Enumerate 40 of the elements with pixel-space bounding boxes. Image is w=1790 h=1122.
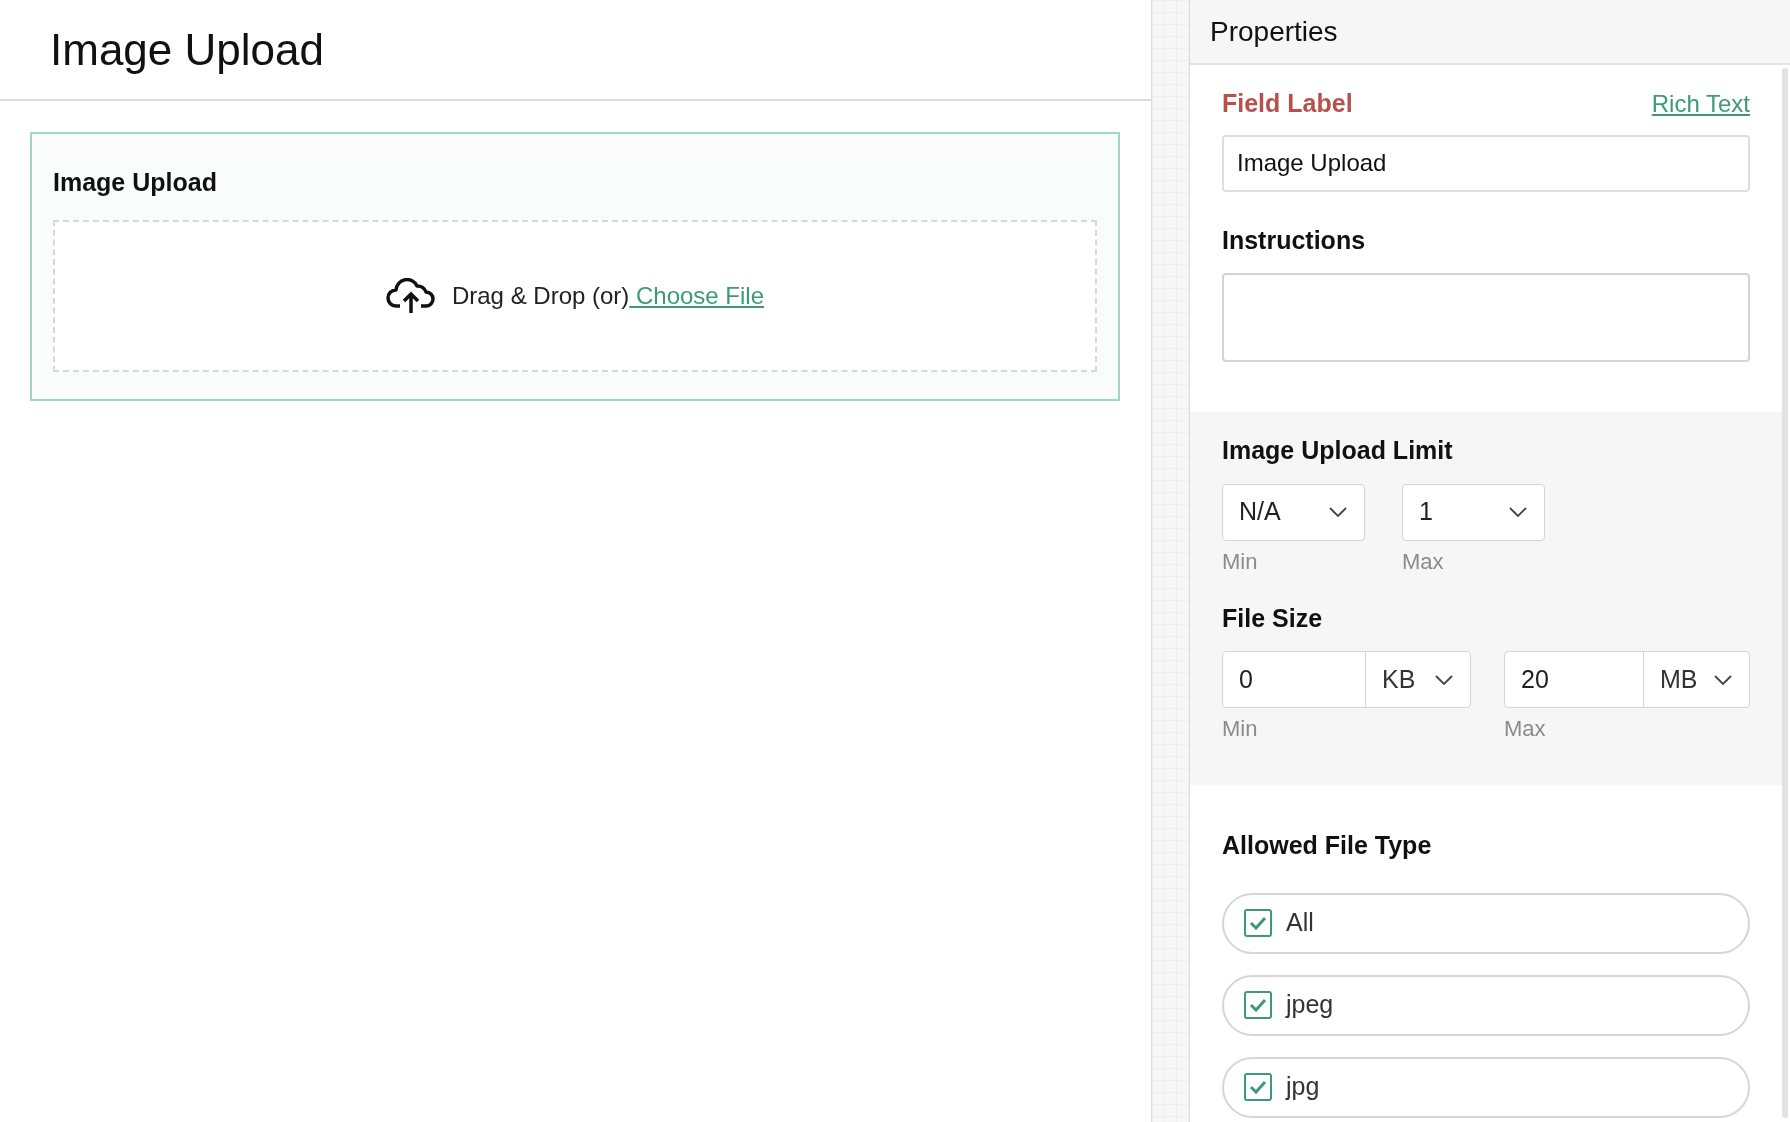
- scrollbar[interactable]: [1782, 68, 1788, 1118]
- section-label: Instructions: [1222, 224, 1367, 256]
- instructions-input[interactable]: [1222, 273, 1750, 362]
- field-caption: Min: [1222, 547, 1259, 576]
- field-label: Image Upload: [53, 167, 218, 198]
- section-label: File Size: [1222, 602, 1324, 634]
- size-input[interactable]: 20: [1505, 652, 1644, 707]
- chevron-down-icon: [1434, 673, 1454, 686]
- check-icon: [1249, 998, 1267, 1012]
- dropdown[interactable]: 1: [1402, 483, 1545, 541]
- check-icon: [1249, 1080, 1267, 1094]
- file-type-option[interactable]: jpeg: [1222, 974, 1750, 1036]
- cloud-upload-icon: [385, 277, 436, 314]
- file-type-option[interactable]: All: [1222, 892, 1750, 954]
- chevron-down-icon: [1328, 506, 1348, 518]
- checkbox[interactable]: [1244, 909, 1272, 937]
- size-field[interactable]: 20 MB: [1504, 651, 1750, 708]
- chevron-down-icon: [1713, 673, 1733, 686]
- field-caption: Max: [1504, 715, 1547, 743]
- unit-dropdown[interactable]: KB: [1366, 652, 1470, 707]
- field-card[interactable]: Image Upload Drag & Drop (or) Choose File: [30, 132, 1120, 401]
- chevron-down-icon: [1508, 506, 1528, 518]
- panel-title: Properties: [1210, 14, 1338, 49]
- file-type-option[interactable]: jpg: [1222, 1056, 1750, 1118]
- field-caption: Min: [1222, 715, 1259, 743]
- drop-zone[interactable]: Drag & Drop (or) Choose File: [53, 219, 1097, 372]
- drop-text: Drag & Drop (or): [451, 280, 630, 311]
- page-title: Image Upload: [50, 23, 324, 76]
- unit-dropdown[interactable]: MB: [1644, 652, 1749, 707]
- label-input[interactable]: Image Upload: [1222, 134, 1750, 192]
- section-label: Image Upload Limit: [1222, 435, 1454, 466]
- section-label: Field Label: [1222, 88, 1353, 119]
- section-label: Allowed File Type: [1222, 830, 1433, 861]
- size-field[interactable]: 0 KB: [1222, 651, 1471, 708]
- size-input[interactable]: 0: [1223, 652, 1366, 707]
- field-caption: Max: [1402, 547, 1445, 576]
- dropdown[interactable]: N/A: [1222, 483, 1365, 541]
- checkbox[interactable]: [1244, 991, 1272, 1019]
- checkbox[interactable]: [1244, 1073, 1272, 1101]
- check-icon: [1249, 916, 1267, 930]
